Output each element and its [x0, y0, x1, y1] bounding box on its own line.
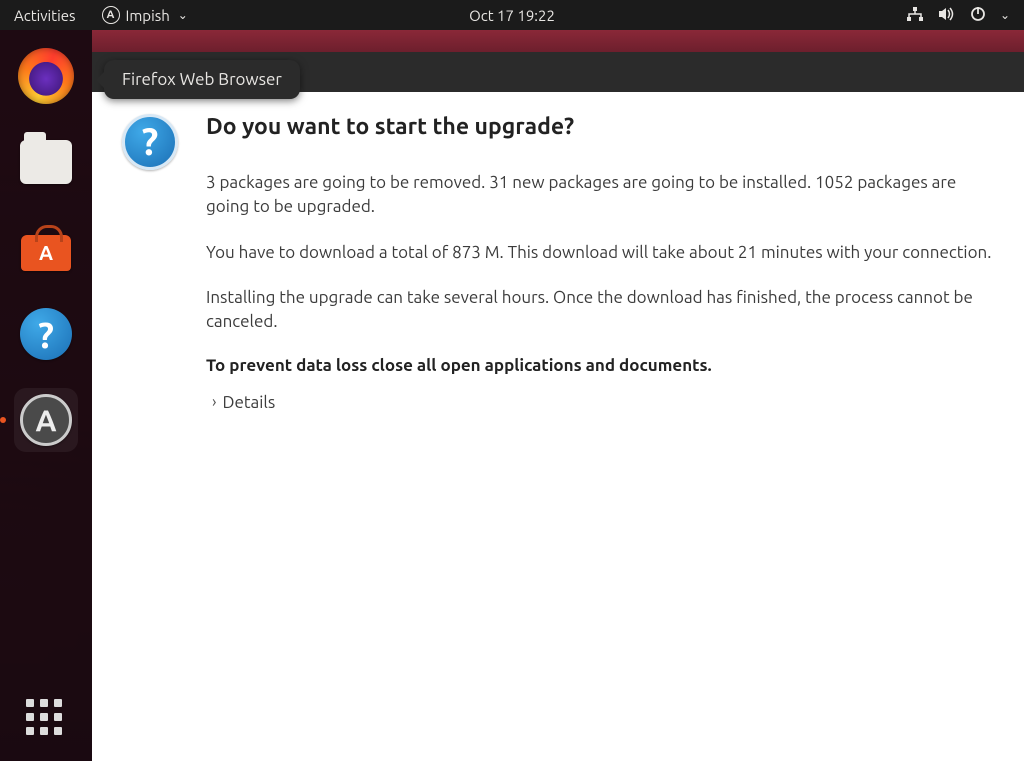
details-expander[interactable]: › Details — [206, 393, 275, 412]
chevron-right-icon: › — [212, 393, 217, 411]
details-label: Details — [223, 393, 276, 412]
dialog-paragraph: Installing the upgrade can take several … — [206, 286, 994, 334]
software-updater-icon: A — [20, 394, 72, 446]
shopping-bag-icon — [19, 225, 73, 271]
volume-icon — [938, 6, 956, 25]
dialog-warning: To prevent data loss close all open appl… — [206, 356, 994, 375]
dialog-paragraph: You have to download a total of 873 M. T… — [206, 241, 994, 265]
firefox-icon — [18, 48, 74, 104]
system-status-area[interactable]: ⌄ — [906, 6, 1016, 25]
help-icon: ? — [20, 308, 72, 360]
dock-item-firefox[interactable] — [14, 44, 78, 108]
dialog-title: Do you want to start the upgrade? — [206, 114, 994, 139]
dock: ? A — [0, 30, 92, 761]
chevron-down-icon: ⌄ — [1000, 8, 1010, 22]
dock-item-software[interactable] — [14, 216, 78, 280]
activities-button[interactable]: Activities — [8, 5, 82, 26]
app-menu[interactable]: A Impish ⌄ — [96, 4, 194, 26]
software-updater-indicator-icon: A — [102, 6, 120, 24]
files-icon — [20, 140, 72, 184]
show-applications-button[interactable] — [26, 699, 66, 739]
dock-tooltip: Firefox Web Browser — [104, 60, 300, 99]
power-icon — [970, 6, 986, 25]
question-icon: ? — [122, 114, 178, 170]
app-menu-label: Impish — [126, 7, 170, 24]
dock-item-help[interactable]: ? — [14, 302, 78, 366]
clock[interactable]: Oct 17 19:22 — [469, 7, 555, 24]
dialog-content: ? Do you want to start the upgrade? 3 pa… — [92, 92, 1024, 652]
window-decoration-strip — [92, 30, 1024, 52]
dock-item-files[interactable] — [14, 130, 78, 194]
dock-item-updater[interactable]: A — [14, 388, 78, 452]
dialog-paragraph: 3 packages are going to be removed. 31 n… — [206, 171, 994, 219]
upgrade-dialog-window: ? Do you want to start the upgrade? 3 pa… — [92, 30, 1024, 761]
top-bar: Activities A Impish ⌄ Oct 17 19:22 — [0, 0, 1024, 30]
chevron-down-icon: ⌄ — [178, 8, 188, 22]
network-icon — [906, 7, 924, 23]
